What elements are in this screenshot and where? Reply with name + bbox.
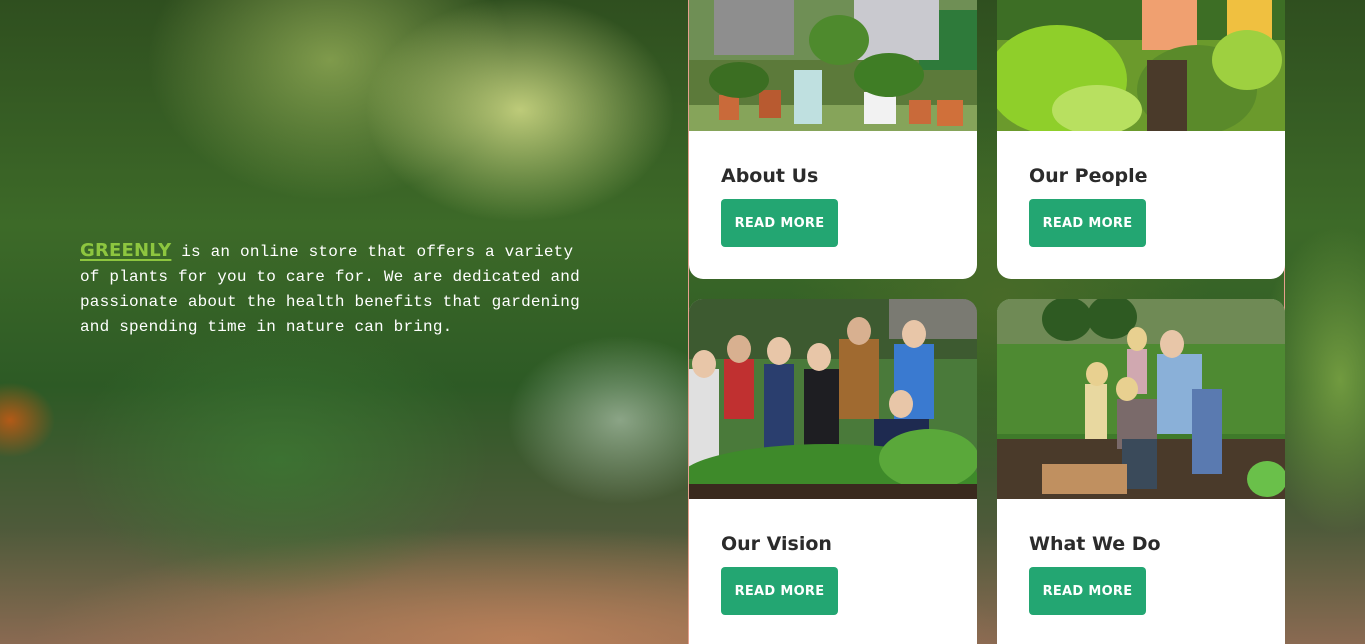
- card-title: Our People: [1029, 165, 1148, 187]
- read-more-button[interactable]: READ MORE: [721, 567, 838, 615]
- brand-link[interactable]: GREENLY: [80, 240, 171, 261]
- card-title: What We Do: [1029, 533, 1161, 555]
- intro-paragraph: GREENLY is an online store that offers a…: [80, 238, 600, 340]
- card-image-about-us: [689, 0, 977, 131]
- read-more-button[interactable]: READ MORE: [721, 199, 838, 247]
- read-more-button[interactable]: READ MORE: [1029, 199, 1146, 247]
- card-about-us: About Us READ MORE: [689, 0, 977, 279]
- card-our-people: Our People READ MORE: [997, 0, 1285, 279]
- card-title: About Us: [721, 165, 819, 187]
- card-image-what-we-do: [997, 299, 1285, 499]
- card-what-we-do: What We Do READ MORE: [997, 299, 1285, 644]
- card-our-vision: Our Vision READ MORE: [689, 299, 977, 644]
- card-image-our-people: [997, 0, 1285, 131]
- card-image-our-vision: [689, 299, 977, 499]
- read-more-button[interactable]: READ MORE: [1029, 567, 1146, 615]
- card-title: Our Vision: [721, 533, 832, 555]
